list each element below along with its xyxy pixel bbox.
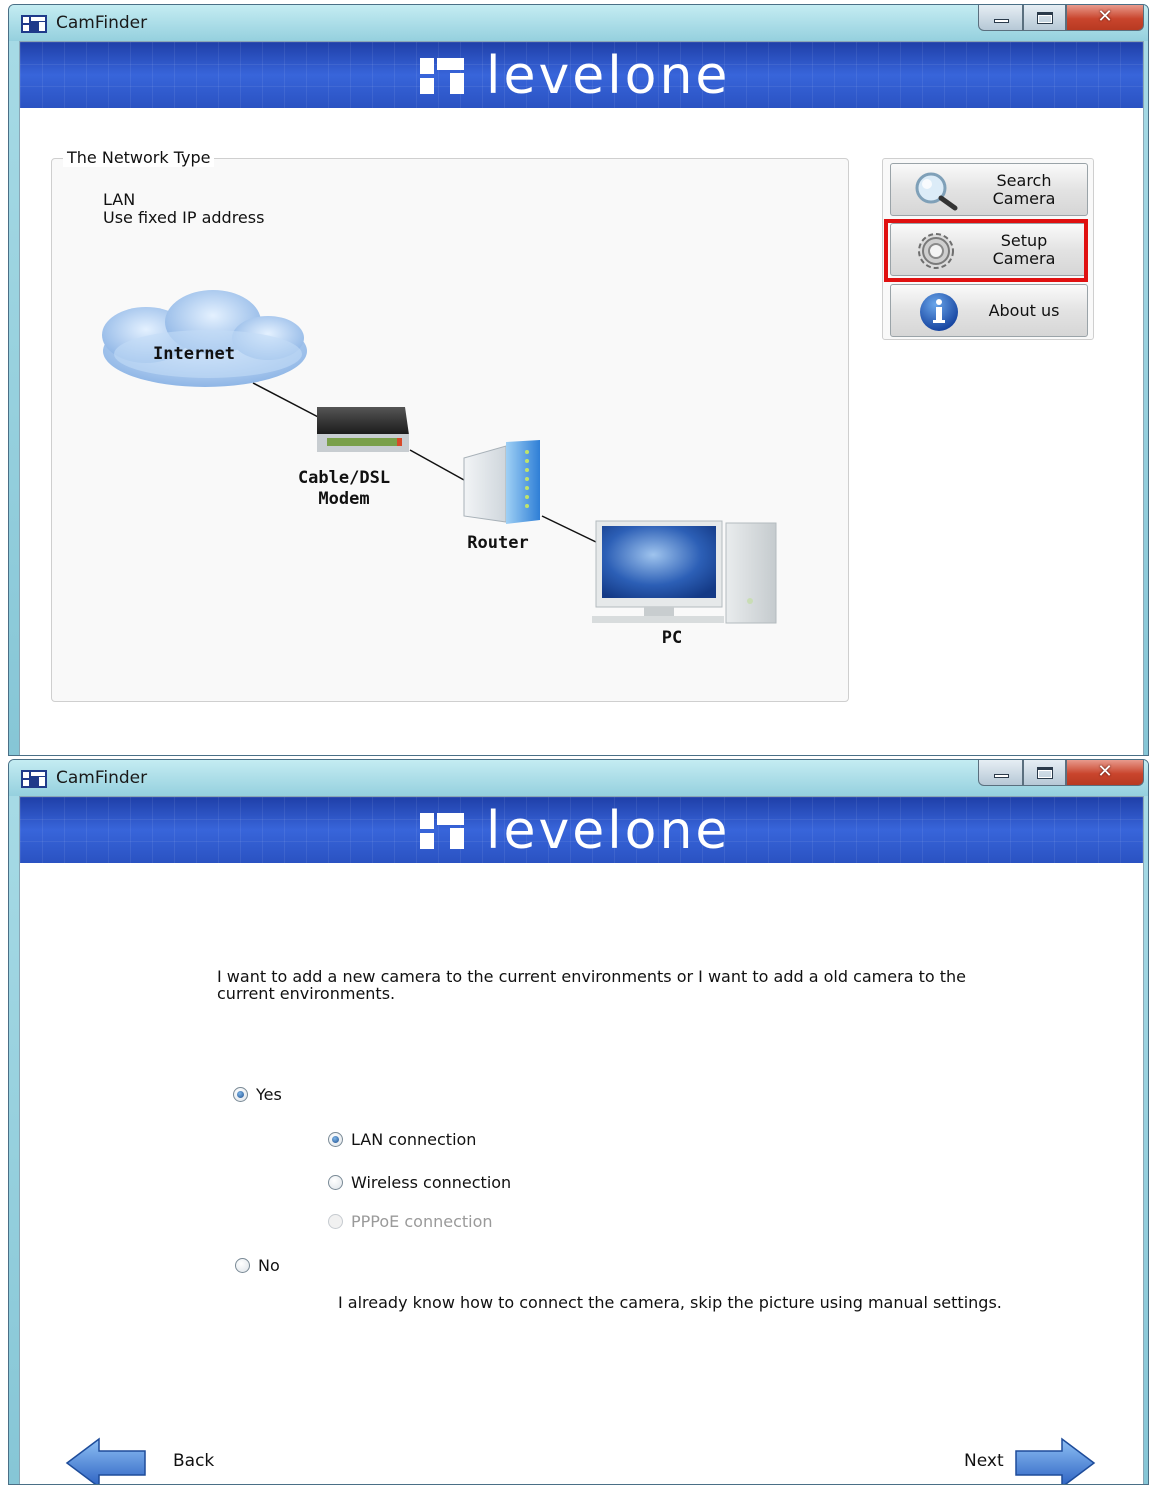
yes-label: Yes: [256, 1085, 282, 1104]
window-controls: ✕: [978, 5, 1144, 33]
pppoe-connection-option: PPPoE connection: [328, 1212, 493, 1231]
close-button[interactable]: ✕: [1066, 760, 1144, 786]
no-radio-option[interactable]: No: [235, 1256, 280, 1275]
setup-question: I want to add a new camera to the curren…: [217, 967, 966, 1003]
lan-connection-label: LAN connection: [351, 1130, 477, 1149]
pppoe-connection-label: PPPoE connection: [351, 1212, 493, 1231]
search-camera-button[interactable]: Search Camera: [890, 163, 1088, 216]
close-button[interactable]: ✕: [1066, 5, 1144, 31]
wireless-connection-option[interactable]: Wireless connection: [328, 1173, 511, 1192]
maximize-icon: [1037, 767, 1053, 779]
main-content: levelone The Network Type LAN Use fixed …: [19, 41, 1144, 755]
back-label: Back: [173, 1451, 215, 1471]
setup-camera-highlight: [884, 219, 1088, 282]
brand-name: levelone: [486, 46, 731, 106]
about-us-button[interactable]: About us: [890, 284, 1088, 337]
wireless-connection-radio[interactable]: [328, 1175, 343, 1190]
levelone-logo-icon: [420, 813, 464, 849]
internet-label: Internet: [153, 344, 235, 364]
magnifier-icon: [915, 172, 958, 211]
no-radio[interactable]: [235, 1258, 250, 1273]
title-bar[interactable]: CamFinder ✕: [9, 760, 1148, 796]
brand-name: levelone: [486, 801, 731, 861]
pc-label: PC: [661, 628, 683, 648]
minimize-icon: [994, 19, 1009, 23]
lan-connection-option[interactable]: LAN connection: [328, 1130, 476, 1149]
camfinder-window-setup: CamFinder ✕ levelone I want to add a new…: [8, 759, 1149, 1485]
minimize-button[interactable]: [978, 5, 1023, 31]
pppoe-connection-radio: [328, 1214, 343, 1229]
no-label: No: [258, 1256, 280, 1275]
close-icon: ✕: [1097, 761, 1113, 782]
network-type-group: The Network Type LAN Use fixed IP addres…: [51, 148, 849, 702]
brand-banner: levelone: [20, 42, 1143, 108]
title-bar[interactable]: CamFinder ✕: [9, 5, 1148, 41]
next-button[interactable]: Next: [960, 1437, 1100, 1484]
maximize-button[interactable]: [1023, 760, 1066, 786]
search-camera-label: Search Camera: [992, 171, 1056, 208]
network-type-info: LAN Use fixed IP address: [103, 191, 264, 227]
setup-content: levelone I want to add a new camera to t…: [19, 796, 1144, 1484]
app-logo-icon: [21, 15, 47, 33]
maximize-icon: [1037, 12, 1053, 24]
minimize-button[interactable]: [978, 760, 1023, 786]
yes-radio-option[interactable]: Yes: [233, 1085, 282, 1104]
next-arrow-icon: [1015, 1437, 1096, 1484]
group-title: The Network Type: [63, 148, 215, 167]
skip-note: I already know how to connect the camera…: [338, 1293, 1002, 1312]
window-title: CamFinder: [56, 768, 148, 788]
info-icon: [920, 293, 958, 331]
wireless-connection-label: Wireless connection: [351, 1173, 512, 1192]
next-label: Next: [964, 1451, 1004, 1471]
yes-radio[interactable]: [233, 1087, 248, 1102]
network-type-label: LAN: [103, 190, 136, 209]
window-title: CamFinder: [56, 13, 148, 33]
minimize-icon: [994, 774, 1009, 778]
back-button[interactable]: Back: [65, 1437, 225, 1484]
back-arrow-icon: [65, 1437, 146, 1484]
app-logo-icon: [21, 770, 47, 788]
network-type-detail: Use fixed IP address: [103, 208, 265, 227]
levelone-logo-icon: [420, 58, 464, 94]
lan-connection-radio[interactable]: [328, 1132, 343, 1147]
modem-label: Cable/DSL Modem: [297, 468, 391, 509]
close-icon: ✕: [1097, 6, 1113, 27]
router-label: Router: [467, 533, 529, 553]
about-us-label: About us: [988, 301, 1060, 320]
camfinder-window-main: CamFinder ✕ levelone The Network Type LA…: [8, 4, 1149, 756]
window-controls: ✕: [978, 760, 1144, 788]
brand-banner: levelone: [20, 797, 1143, 863]
maximize-button[interactable]: [1023, 5, 1066, 31]
